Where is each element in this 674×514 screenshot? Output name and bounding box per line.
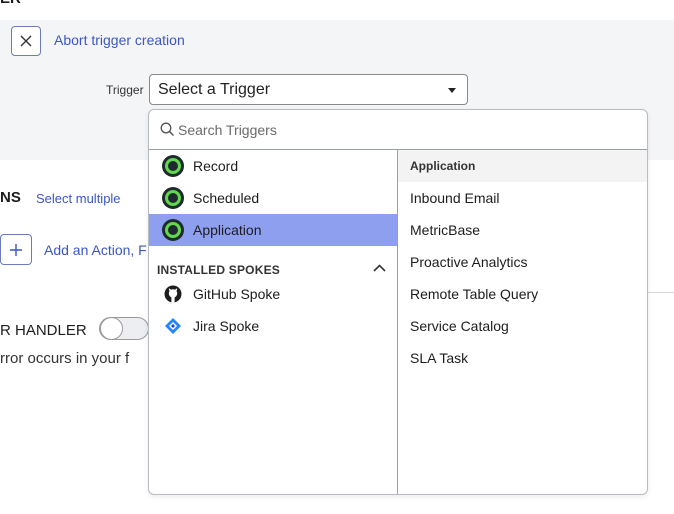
error-handler-title: R HANDLER	[0, 322, 87, 339]
close-icon	[20, 35, 32, 47]
spoke-item-label: GitHub Spoke	[193, 286, 281, 302]
toggle-knob	[100, 317, 123, 340]
trigger-item-label: Application	[193, 222, 262, 238]
spoke-item-jira[interactable]: Jira Spoke	[149, 310, 397, 342]
spoke-item-github[interactable]: GitHub Spoke	[149, 278, 397, 310]
section-title-fragment: ER	[0, 0, 21, 7]
trigger-item-label: Scheduled	[193, 190, 260, 206]
jira-icon	[165, 318, 181, 334]
trigger-item-application[interactable]: Application	[149, 214, 397, 246]
trigger-scheduled-icon	[162, 187, 184, 209]
search-triggers-input[interactable]	[178, 119, 618, 141]
caret-down-icon	[448, 88, 456, 93]
installed-spokes-label: INSTALLED SPOKES	[157, 263, 280, 277]
application-list-title: Application	[410, 159, 476, 173]
trigger-search-row	[149, 110, 647, 150]
trigger-dropdown: Record Scheduled Application INSTALLED S…	[148, 109, 648, 495]
chevron-up-icon	[373, 264, 386, 272]
trigger-record-icon	[162, 155, 184, 177]
trigger-type-list: Record Scheduled Application INSTALLED S…	[149, 150, 397, 494]
application-item-service-catalog[interactable]: Service Catalog	[410, 318, 509, 334]
abort-trigger-button[interactable]	[11, 26, 41, 56]
trigger-select-value: Select a Trigger	[158, 80, 271, 98]
add-action-button[interactable]	[0, 234, 32, 265]
application-item-proactive-analytics[interactable]: Proactive Analytics	[410, 254, 528, 270]
application-item-inbound-email[interactable]: Inbound Email	[410, 190, 500, 206]
github-icon	[164, 285, 182, 303]
trigger-item-record[interactable]: Record	[149, 150, 397, 182]
abort-trigger-link[interactable]: Abort trigger creation	[54, 32, 185, 48]
actions-section-title: NS	[0, 189, 21, 206]
application-trigger-list: Application Inbound Email MetricBase Pro…	[398, 150, 647, 494]
search-icon	[160, 122, 174, 136]
plus-icon	[10, 243, 22, 256]
trigger-item-label: Record	[193, 158, 239, 174]
trigger-select[interactable]: Select a Trigger	[149, 74, 468, 105]
application-item-remote-table-query[interactable]: Remote Table Query	[410, 286, 538, 302]
trigger-item-scheduled[interactable]: Scheduled	[149, 182, 397, 214]
add-action-link[interactable]: Add an Action, F	[44, 242, 147, 258]
trigger-application-icon	[162, 219, 184, 241]
error-handler-description: rror occurs in your f	[0, 350, 130, 367]
spoke-item-label: Jira Spoke	[193, 318, 260, 334]
trigger-field-label: Trigger	[106, 83, 144, 97]
application-item-metricbase[interactable]: MetricBase	[410, 222, 480, 238]
application-list-header: Application	[398, 150, 647, 182]
application-item-sla-task[interactable]: SLA Task	[410, 350, 468, 366]
select-multiple-link[interactable]: Select multiple	[36, 191, 121, 206]
error-handler-toggle[interactable]	[99, 317, 149, 340]
